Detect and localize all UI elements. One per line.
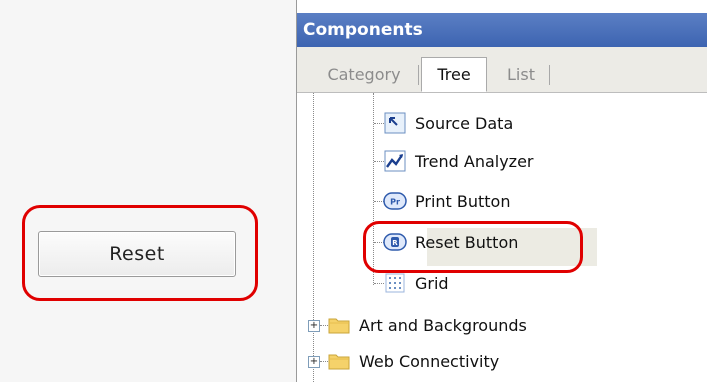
- tree-item-label: Trend Analyzer: [415, 151, 534, 171]
- tree-guide-line: [313, 93, 314, 382]
- component-tree: Source Data Trend Analyzer Pr Print Butt…: [297, 93, 707, 382]
- components-panel: Components Category Tree List Source Dat…: [296, 0, 707, 382]
- preview-area: Reset: [0, 0, 296, 382]
- folder-icon: [327, 314, 351, 336]
- tab-separator: [418, 65, 419, 85]
- tab-list[interactable]: List: [495, 57, 547, 91]
- tree-item-label: Grid: [415, 273, 449, 293]
- tree-folder-label: Web Connectivity: [359, 351, 500, 371]
- tree-folder-label: Art and Backgrounds: [359, 315, 527, 335]
- reset-button-icon: R: [383, 231, 407, 253]
- trend-analyzer-icon: [383, 150, 407, 172]
- panel-title: Components: [297, 13, 707, 47]
- source-data-icon: [383, 112, 407, 134]
- folder-icon: [327, 350, 351, 372]
- tree-item-label: Reset Button: [415, 232, 519, 252]
- tab-strip: Category Tree List: [297, 47, 707, 93]
- svg-text:Pr: Pr: [390, 198, 400, 207]
- tree-item-source-data[interactable]: Source Data: [383, 106, 513, 140]
- expand-icon[interactable]: +: [308, 356, 320, 368]
- tree-item-reset-button[interactable]: R Reset Button: [383, 225, 518, 259]
- expand-icon[interactable]: +: [308, 320, 320, 332]
- svg-text:R: R: [392, 239, 398, 247]
- tree-item-label: Source Data: [415, 113, 514, 133]
- tree-folder-art-and-backgrounds[interactable]: Art and Backgrounds: [327, 308, 527, 342]
- tree-item-print-button[interactable]: Pr Print Button: [383, 184, 510, 218]
- print-button-icon: Pr: [383, 190, 407, 212]
- tab-category[interactable]: Category: [315, 57, 413, 91]
- tab-separator: [549, 65, 550, 85]
- tree-folder-web-connectivity[interactable]: Web Connectivity: [327, 344, 499, 378]
- tree-item-grid[interactable]: Grid: [383, 266, 449, 300]
- tree-item-trend-analyzer[interactable]: Trend Analyzer: [383, 144, 534, 178]
- tab-tree[interactable]: Tree: [421, 57, 487, 92]
- tree-item-label: Print Button: [415, 191, 511, 211]
- grid-icon: [383, 272, 407, 294]
- reset-button[interactable]: Reset: [38, 231, 236, 277]
